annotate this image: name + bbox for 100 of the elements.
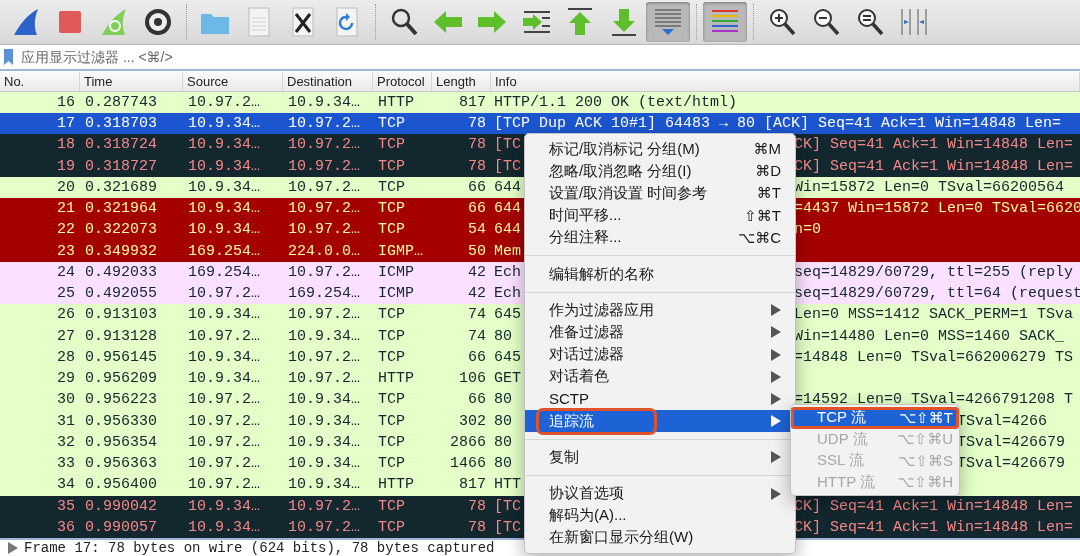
frame-summary: Frame 17: 78 bytes on wire (624 bits), 78 bytes captured [24, 540, 495, 556]
table-cell: 644 [494, 221, 521, 239]
table-cell-text: 26 [56, 306, 76, 324]
table-cell-text: 10.97.2… [287, 136, 361, 154]
table-cell-text: 0.990057 [84, 518, 158, 536]
table-cell-text: 10.97.2… [287, 348, 361, 366]
table-cell: Ech [494, 285, 521, 303]
menu-item-label: SCTP [548, 389, 590, 409]
table-cell-text: 20 [56, 178, 76, 196]
menu-item-label: 忽略/取消忽略 分组(I) [548, 160, 693, 181]
table-cell-text: 10.9.34… [287, 391, 361, 409]
menu-item-label: 准备过滤器 [548, 321, 625, 342]
table-cell-text: 0.349932 [84, 242, 158, 260]
table-cell-text: 21 [56, 200, 76, 218]
table-cell: [TC [494, 136, 521, 154]
table-cell-text: 16 [56, 93, 76, 111]
table-cell-text: 10.9.34… [287, 93, 361, 111]
table-cell: HTT [494, 476, 521, 494]
table-cell-text: 30 [56, 391, 76, 409]
menu-item-label: 作为过滤器应用 [548, 299, 655, 320]
menu-item-label: 标记/取消标记 分组(M) [548, 138, 701, 159]
table-cell-text: 10.97.2… [187, 412, 261, 430]
table-cell-text: 0.287743 [84, 93, 158, 111]
table-cell-text: 0.321689 [84, 178, 158, 196]
table-cell-text: IGMP… [377, 242, 424, 260]
menu-item-label: 复制 [548, 446, 580, 467]
table-cell-text: 17 [56, 115, 76, 133]
table-cell: HTTP/1.1 200 OK (text/html) [494, 93, 738, 111]
table-cell-text: 0.318727 [84, 157, 158, 175]
table-cell-text: 27 [56, 327, 76, 345]
table-cell-text: 10.9.34… [187, 136, 261, 154]
table-cell-text: 10.97.2… [287, 115, 361, 133]
table-cell-text: 78 [467, 115, 487, 133]
table-cell-text: 10.9.34… [187, 370, 261, 388]
table-cell-text: HTTP [377, 93, 415, 111]
table-cell-text: 42 [467, 285, 487, 303]
table-cell-text: 10.9.34… [287, 433, 361, 451]
table-cell-text: TCP [377, 433, 406, 451]
table-cell: Win=15872 Len=0 TSval=66200564 [794, 178, 1065, 196]
table-cell-text: 66 [467, 348, 487, 366]
table-cell: [TC [494, 518, 521, 536]
table-cell-text: TCP [377, 327, 406, 345]
table-cell: =14848 Len=0 TSval=662006279 TS [794, 348, 1074, 366]
table-cell-text: 54 [467, 221, 487, 239]
table-cell-text: 224.0.0… [287, 242, 361, 260]
table-cell-text: 10.97.2… [287, 157, 361, 175]
table-cell-text: TCP [377, 455, 406, 473]
table-cell-text: 25 [56, 285, 76, 303]
table-cell-text: TCP [377, 178, 406, 196]
table-cell-text: 0.956223 [84, 391, 158, 409]
menu-item-label: 分组注释... [548, 227, 623, 248]
table-cell-text: 0.990042 [84, 497, 158, 515]
table-cell-text: 10.97.2… [187, 391, 261, 409]
table-cell-text: 29 [56, 370, 76, 388]
table-cell-text: 0.492033 [84, 263, 158, 281]
table-cell-text: TCP [377, 348, 406, 366]
table-cell: Win=14480 Len=0 MSS=1460 SACK_ [794, 327, 1065, 345]
table-cell-text: 32 [56, 433, 76, 451]
table-cell-text: 0.956400 [84, 476, 158, 494]
table-cell-text: 10.9.34… [187, 221, 261, 239]
table-cell: Mem [494, 242, 521, 260]
table-cell-text: 66 [467, 200, 487, 218]
table-cell-text: 0.956354 [84, 433, 158, 451]
table-cell-text: TCP [377, 136, 406, 154]
table-cell-text: 10.9.34… [187, 115, 261, 133]
table-cell-text: 10.9.34… [287, 327, 361, 345]
table-cell-text: 0.956145 [84, 348, 158, 366]
table-cell-text: 302 [458, 412, 487, 430]
table-cell-text: 34 [56, 476, 76, 494]
table-cell: 645 [494, 306, 521, 324]
table-cell: Len=0 MSS=1412 SACK_PERM=1 TSva [794, 306, 1074, 324]
shortcut-label: ⌥⌘C [737, 228, 781, 247]
menu-item-label: 对话过滤器 [548, 344, 625, 365]
table-cell-text: 1466 [449, 455, 487, 473]
shortcut-label: ⌘D [755, 162, 781, 181]
table-cell-text: TCP [377, 412, 406, 430]
table-cell-text: TCP [377, 200, 406, 218]
table-cell-text: 74 [467, 306, 487, 324]
table-cell-text: ICMP [377, 285, 415, 303]
table-cell-text: TCP [377, 518, 406, 536]
table-cell: 80 [494, 455, 512, 473]
table-cell-text: 10.97.2… [287, 370, 361, 388]
table-cell-text: 74 [467, 327, 487, 345]
shortcut-label: ⌘M [753, 140, 781, 159]
table-cell-text: 0.956330 [84, 412, 158, 430]
table-cell-text: 169.254… [187, 242, 261, 260]
table-cell-text: 66 [467, 178, 487, 196]
table-cell-text: 0.318703 [84, 115, 158, 133]
table-cell-text: 10.97.2… [287, 518, 361, 536]
table-cell-text: TCP [377, 221, 406, 239]
table-cell-text: 0.956363 [84, 455, 158, 473]
table-cell-text: 10.9.34… [187, 200, 261, 218]
table-cell-text: 19 [56, 157, 76, 175]
table-cell-text: 10.97.2… [187, 433, 261, 451]
table-cell-text: 31 [56, 412, 76, 430]
table-cell: [TC [494, 497, 521, 515]
table-cell: TSval=4266 [957, 412, 1048, 430]
table-cell-text: 169.254… [287, 285, 361, 303]
table-cell-text: 36 [56, 518, 76, 536]
table-cell: 80 [494, 412, 512, 430]
